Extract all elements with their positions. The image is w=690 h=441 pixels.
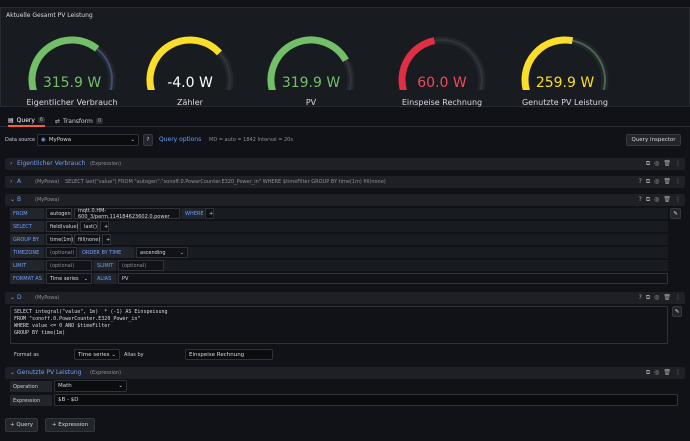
add-query-button[interactable]: + Query (5, 418, 38, 432)
chevron-right-icon: › (10, 178, 13, 185)
raw-alias-input[interactable]: Einspeise Rechnung (185, 349, 273, 360)
eye-icon[interactable]: ◎ (654, 160, 659, 168)
select-field[interactable]: field(value) (46, 221, 78, 232)
tab-transform[interactable]: ⇄ Transform 0 (55, 115, 104, 127)
gauge-label: PV (305, 98, 317, 107)
operation-select[interactable]: Math ⌄ (54, 380, 127, 392)
format-select[interactable]: Time series ⌄ (46, 273, 92, 284)
help-icon[interactable]: ⧉ (646, 160, 650, 168)
measurement[interactable]: mqtt.0.HM-600_3/perm.114184623602.0.powe… (74, 208, 180, 220)
pencil-icon[interactable]: ✎ (670, 208, 681, 219)
eye-icon[interactable]: ◎ (654, 369, 659, 377)
add-select-button[interactable]: + (100, 221, 109, 232)
help-icon[interactable]: ? (143, 134, 153, 146)
gauge-value: 60.0 W (417, 75, 467, 91)
gauge-value: 315.9 W (42, 75, 102, 91)
order-select[interactable]: ascending ⌄ (136, 247, 188, 258)
trash-icon[interactable]: 🗑 (663, 294, 671, 302)
copy-icon[interactable]: ⧉ (646, 369, 650, 377)
gauge-label: Zähler (177, 98, 203, 107)
trash-icon[interactable]: 🗑 (663, 178, 671, 186)
gauge-value: 319.9 W (281, 75, 341, 91)
limit-input[interactable]: (optional) (46, 260, 92, 271)
query-inspector-button[interactable]: Query inspector (626, 134, 681, 146)
trash-icon[interactable]: 🗑 (663, 369, 671, 377)
panel-title: Aktuelle Gesamt PV Leistung (6, 12, 93, 19)
trash-icon[interactable]: 🗑 (663, 160, 671, 168)
query-icon: ▤ (8, 116, 14, 124)
chevron-right-icon: › (10, 160, 13, 167)
query-options-button[interactable]: Query options (159, 136, 201, 143)
raw-query-editor[interactable]: SELECT integral("value", 1m) * (-1) AS E… (10, 306, 668, 344)
help-icon[interactable]: ? (639, 178, 642, 186)
drag-icon[interactable]: ⋮ (675, 294, 681, 302)
query-row-genutzt[interactable]: ⌄ Genutzte PV Leistung (Expression) ⧉ ◎ 🗑 ⋮ (5, 367, 685, 379)
query-row-a[interactable]: › A (MyPowa) SELECT last("value") FROM "… (5, 176, 685, 188)
tab-query[interactable]: ▤ Query 6 (8, 115, 46, 127)
query-row-verbrauch[interactable]: › Eigentlicher Verbrauch (Expression) ⧉ ◎… (5, 158, 685, 170)
stat-panel: Aktuelle Gesamt PV Leistung 315.9 W Eige… (0, 7, 690, 107)
gauge: 319.9 W PV (256, 30, 366, 110)
expression-input[interactable]: $B - $D (54, 394, 678, 406)
timezone-input[interactable]: (optional) (46, 247, 77, 258)
datasource-bar: Data source ◉ MyPowa ⌄ ? Query options MD … (0, 133, 690, 149)
slimit-input[interactable]: (optional) (118, 260, 164, 271)
drag-icon[interactable]: ⋮ (675, 196, 681, 204)
copy-icon[interactable]: ⧉ (646, 178, 650, 186)
chevron-down-icon: ⌄ (130, 137, 135, 143)
query-row-b[interactable]: ⌄ B (MyPowa) ? ⧉ ◎ 🗑 ⋮ (5, 194, 685, 206)
chevron-down-icon: ⌄ (111, 351, 116, 358)
transform-icon: ⇄ (55, 117, 61, 125)
eye-icon[interactable]: ◎ (654, 178, 659, 186)
drag-icon[interactable]: ⋮ (675, 160, 681, 168)
gauge: 315.9 W Eigentlicher Verbrauch (17, 30, 127, 110)
editor-tabs: ▤ Query 6 ⇄ Transform 0 (0, 113, 690, 127)
help-icon[interactable]: ? (639, 294, 642, 302)
query-row-d[interactable]: ⌄ D (MyPowa) ? ⧉ ◎ 🗑 ⋮ (5, 292, 685, 304)
gauge: 60.0 W Einspeise Rechnung (387, 30, 497, 110)
chevron-down-icon: ⌄ (10, 196, 16, 203)
gauge-label: Eigentlicher Verbrauch (26, 98, 118, 107)
gauge-value: -4.0 W (167, 75, 213, 91)
datasource-picker[interactable]: ◉ MyPowa ⌄ (37, 134, 139, 146)
datasource-icon: ◉ (41, 137, 46, 143)
add-expression-button[interactable]: + Expression (45, 418, 95, 432)
copy-icon[interactable]: ⧉ (646, 196, 650, 204)
raw-format-select[interactable]: Time series ⌄ (74, 349, 120, 360)
add-group-button[interactable]: + (102, 234, 111, 245)
gauge-value: 259.9 W (535, 75, 595, 91)
chevron-down-icon: ⌄ (118, 383, 123, 389)
chevron-down-icon: ⌄ (10, 294, 16, 301)
query-editor: ▤ Query 6 ⇄ Transform 0 Data source ◉ MyPowa ⌄… (0, 113, 690, 441)
eye-icon[interactable]: ◎ (654, 196, 659, 204)
add-where-button[interactable]: + (205, 208, 214, 219)
gauge-label: Einspeise Rechnung (401, 98, 483, 107)
alias-input[interactable]: PV (118, 273, 668, 284)
retention-policy[interactable]: autogen (46, 208, 72, 219)
select-agg[interactable]: last() (80, 221, 98, 232)
gauge: -4.0 W Zähler (135, 30, 245, 110)
copy-icon[interactable]: ⧉ (646, 294, 650, 302)
drag-icon[interactable]: ⋮ (675, 369, 681, 377)
help-icon[interactable]: ? (639, 196, 642, 204)
chevron-down-icon: ⌄ (179, 249, 184, 256)
drag-icon[interactable]: ⋮ (675, 178, 681, 186)
gauge-label: Genutzte PV Leistung (521, 98, 609, 107)
chevron-down-icon: ⌄ (10, 369, 16, 376)
pencil-icon[interactable]: ✎ (672, 306, 682, 317)
chevron-down-icon: ⌄ (83, 275, 88, 282)
trash-icon[interactable]: 🗑 (663, 196, 671, 204)
group-fill[interactable]: fill(none) (74, 234, 100, 245)
gauge: 259.9 W Genutzte PV Leistung (510, 30, 620, 110)
eye-icon[interactable]: ◎ (654, 294, 659, 302)
group-time[interactable]: time(1m) (46, 234, 73, 245)
